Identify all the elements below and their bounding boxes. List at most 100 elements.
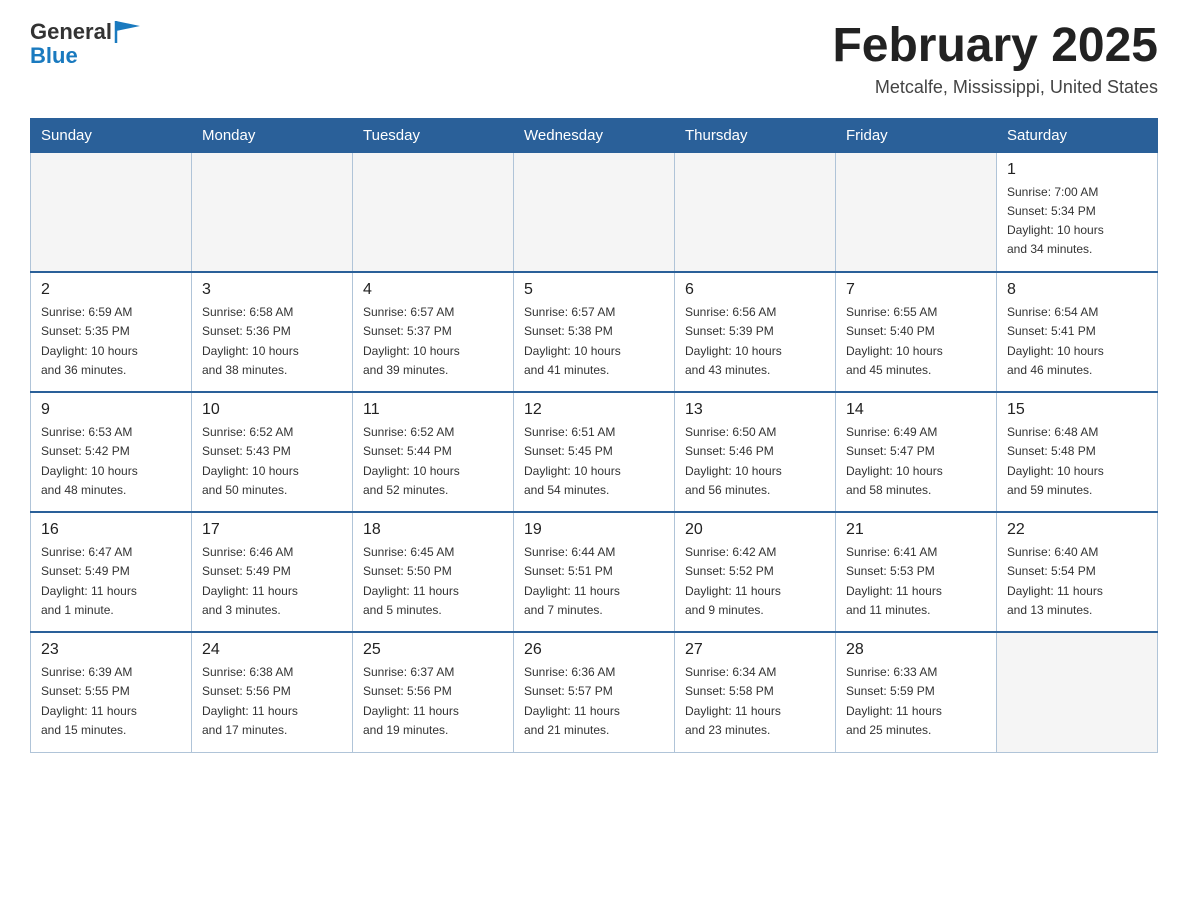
day-of-week-header: Thursday [675, 118, 836, 152]
day-number: 9 [41, 401, 181, 419]
day-number: 12 [524, 401, 664, 419]
calendar-cell: 10 Sunrise: 6:52 AM Sunset: 5:43 PM Dayli… [192, 392, 353, 512]
day-info: Sunrise: 6:50 AM Sunset: 5:46 PM Dayligh… [685, 423, 825, 500]
calendar-cell: 23 Sunrise: 6:39 AM Sunset: 5:55 PM Dayli… [31, 632, 192, 752]
calendar-cell: 26 Sunrise: 6:36 AM Sunset: 5:57 PM Dayli… [514, 632, 675, 752]
day-number: 13 [685, 401, 825, 419]
calendar-cell: 14 Sunrise: 6:49 AM Sunset: 5:47 PM Dayli… [836, 392, 997, 512]
day-number: 21 [846, 521, 986, 539]
day-number: 22 [1007, 521, 1147, 539]
calendar-cell [514, 152, 675, 272]
day-number: 19 [524, 521, 664, 539]
day-of-week-header: Monday [192, 118, 353, 152]
calendar-week-row: 2 Sunrise: 6:59 AM Sunset: 5:35 PM Daylig… [31, 272, 1158, 392]
day-info: Sunrise: 6:46 AM Sunset: 5:49 PM Dayligh… [202, 543, 342, 620]
calendar-cell: 28 Sunrise: 6:33 AM Sunset: 5:59 PM Dayli… [836, 632, 997, 752]
day-info: Sunrise: 6:48 AM Sunset: 5:48 PM Dayligh… [1007, 423, 1147, 500]
calendar-week-row: 16 Sunrise: 6:47 AM Sunset: 5:49 PM Dayli… [31, 512, 1158, 632]
page-header: General Blue February 2025 Metcalfe, Mis… [30, 20, 1158, 98]
day-info: Sunrise: 6:51 AM Sunset: 5:45 PM Dayligh… [524, 423, 664, 500]
calendar-cell: 8 Sunrise: 6:54 AM Sunset: 5:41 PM Daylig… [997, 272, 1158, 392]
day-of-week-header: Tuesday [353, 118, 514, 152]
day-info: Sunrise: 6:55 AM Sunset: 5:40 PM Dayligh… [846, 303, 986, 380]
day-of-week-header: Wednesday [514, 118, 675, 152]
day-info: Sunrise: 7:00 AM Sunset: 5:34 PM Dayligh… [1007, 183, 1147, 260]
day-info: Sunrise: 6:42 AM Sunset: 5:52 PM Dayligh… [685, 543, 825, 620]
day-info: Sunrise: 6:59 AM Sunset: 5:35 PM Dayligh… [41, 303, 181, 380]
day-number: 23 [41, 641, 181, 659]
calendar-cell: 12 Sunrise: 6:51 AM Sunset: 5:45 PM Dayli… [514, 392, 675, 512]
day-info: Sunrise: 6:57 AM Sunset: 5:38 PM Dayligh… [524, 303, 664, 380]
calendar-week-row: 9 Sunrise: 6:53 AM Sunset: 5:42 PM Daylig… [31, 392, 1158, 512]
calendar-cell: 5 Sunrise: 6:57 AM Sunset: 5:38 PM Daylig… [514, 272, 675, 392]
day-number: 27 [685, 641, 825, 659]
calendar-week-row: 1 Sunrise: 7:00 AM Sunset: 5:34 PM Daylig… [31, 152, 1158, 272]
day-info: Sunrise: 6:47 AM Sunset: 5:49 PM Dayligh… [41, 543, 181, 620]
day-info: Sunrise: 6:39 AM Sunset: 5:55 PM Dayligh… [41, 663, 181, 740]
calendar-subtitle: Metcalfe, Mississippi, United States [832, 77, 1158, 98]
day-info: Sunrise: 6:52 AM Sunset: 5:43 PM Dayligh… [202, 423, 342, 500]
day-number: 2 [41, 281, 181, 299]
calendar-table: SundayMondayTuesdayWednesdayThursdayFrid… [30, 118, 1158, 753]
calendar-cell: 7Sunrise: 6:55 AM Sunset: 5:40 PM Daylig… [836, 272, 997, 392]
day-info: Sunrise: 6:37 AM Sunset: 5:56 PM Dayligh… [363, 663, 503, 740]
day-number: 25 [363, 641, 503, 659]
day-info: Sunrise: 6:49 AM Sunset: 5:47 PM Dayligh… [846, 423, 986, 500]
day-number: 24 [202, 641, 342, 659]
calendar-cell: 21 Sunrise: 6:41 AM Sunset: 5:53 PM Dayli… [836, 512, 997, 632]
calendar-week-row: 23 Sunrise: 6:39 AM Sunset: 5:55 PM Dayli… [31, 632, 1158, 752]
day-info: Sunrise: 6:53 AM Sunset: 5:42 PM Dayligh… [41, 423, 181, 500]
day-number: 4 [363, 281, 503, 299]
calendar-cell: 27 Sunrise: 6:34 AM Sunset: 5:58 PM Dayli… [675, 632, 836, 752]
day-info: Sunrise: 6:56 AM Sunset: 5:39 PM Dayligh… [685, 303, 825, 380]
logo: General Blue [30, 20, 140, 68]
calendar-cell [675, 152, 836, 272]
day-info: Sunrise: 6:54 AM Sunset: 5:41 PM Dayligh… [1007, 303, 1147, 380]
calendar-cell: 11 Sunrise: 6:52 AM Sunset: 5:44 PM Dayli… [353, 392, 514, 512]
calendar-cell: 15Sunrise: 6:48 AM Sunset: 5:48 PM Dayli… [997, 392, 1158, 512]
day-number: 20 [685, 521, 825, 539]
day-number: 3 [202, 281, 342, 299]
day-info: Sunrise: 6:45 AM Sunset: 5:50 PM Dayligh… [363, 543, 503, 620]
day-info: Sunrise: 6:52 AM Sunset: 5:44 PM Dayligh… [363, 423, 503, 500]
day-number: 10 [202, 401, 342, 419]
day-info: Sunrise: 6:34 AM Sunset: 5:58 PM Dayligh… [685, 663, 825, 740]
calendar-header-row: SundayMondayTuesdayWednesdayThursdayFrid… [31, 118, 1158, 152]
day-number: 1 [1007, 161, 1147, 179]
day-info: Sunrise: 6:38 AM Sunset: 5:56 PM Dayligh… [202, 663, 342, 740]
calendar-cell: 2 Sunrise: 6:59 AM Sunset: 5:35 PM Daylig… [31, 272, 192, 392]
calendar-cell: 19 Sunrise: 6:44 AM Sunset: 5:51 PM Dayli… [514, 512, 675, 632]
day-info: Sunrise: 6:58 AM Sunset: 5:36 PM Dayligh… [202, 303, 342, 380]
day-number: 18 [363, 521, 503, 539]
calendar-cell [353, 152, 514, 272]
calendar-cell [31, 152, 192, 272]
day-info: Sunrise: 6:33 AM Sunset: 5:59 PM Dayligh… [846, 663, 986, 740]
day-number: 5 [524, 281, 664, 299]
day-info: Sunrise: 6:40 AM Sunset: 5:54 PM Dayligh… [1007, 543, 1147, 620]
calendar-cell: 16 Sunrise: 6:47 AM Sunset: 5:49 PM Dayli… [31, 512, 192, 632]
day-info: Sunrise: 6:57 AM Sunset: 5:37 PM Dayligh… [363, 303, 503, 380]
calendar-cell: 20 Sunrise: 6:42 AM Sunset: 5:52 PM Dayli… [675, 512, 836, 632]
day-number: 8 [1007, 281, 1147, 299]
day-number: 17 [202, 521, 342, 539]
day-info: Sunrise: 6:41 AM Sunset: 5:53 PM Dayligh… [846, 543, 986, 620]
calendar-cell: 3 Sunrise: 6:58 AM Sunset: 5:36 PM Daylig… [192, 272, 353, 392]
title-block: February 2025 Metcalfe, Mississippi, Uni… [832, 20, 1158, 98]
day-of-week-header: Friday [836, 118, 997, 152]
day-number: 26 [524, 641, 664, 659]
day-number: 14 [846, 401, 986, 419]
calendar-cell: 4 Sunrise: 6:57 AM Sunset: 5:37 PM Daylig… [353, 272, 514, 392]
day-of-week-header: Sunday [31, 118, 192, 152]
calendar-cell: 9 Sunrise: 6:53 AM Sunset: 5:42 PM Daylig… [31, 392, 192, 512]
calendar-cell: 1 Sunrise: 7:00 AM Sunset: 5:34 PM Daylig… [997, 152, 1158, 272]
calendar-cell [836, 152, 997, 272]
logo-general-text: General [30, 20, 112, 44]
logo-flag-icon [112, 21, 140, 43]
day-number: 6 [685, 281, 825, 299]
day-info: Sunrise: 6:44 AM Sunset: 5:51 PM Dayligh… [524, 543, 664, 620]
day-number: 16 [41, 521, 181, 539]
day-number: 28 [846, 641, 986, 659]
logo-blue-text: Blue [30, 43, 78, 68]
day-info: Sunrise: 6:36 AM Sunset: 5:57 PM Dayligh… [524, 663, 664, 740]
day-number: 11 [363, 401, 503, 419]
